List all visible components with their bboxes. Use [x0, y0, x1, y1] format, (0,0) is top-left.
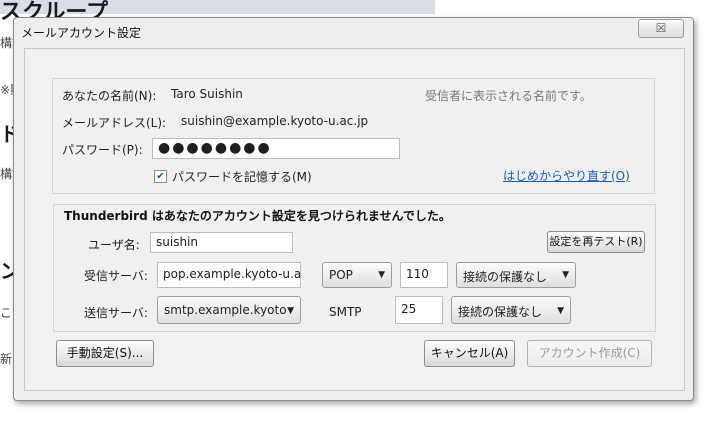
restart-link[interactable]: はじめからやり直す(O) [503, 167, 630, 184]
username-label: ユーザ名: [88, 238, 140, 252]
outgoing-server-label: 送信サーバ: [84, 306, 148, 320]
chevron-down-icon: ▼ [562, 270, 569, 280]
dialog-title: メールアカウント設定 [21, 26, 142, 40]
remember-password-label[interactable]: パスワードを記憶する(M) [172, 168, 312, 185]
close-button[interactable]: ☒ [638, 19, 684, 38]
name-value[interactable]: Taro Suishin [171, 87, 243, 101]
outgoing-port-field[interactable]: 25 [395, 296, 443, 324]
outgoing-server-dropdown[interactable]: smtp.example.kyoto ▼ [157, 296, 301, 324]
cancel-button[interactable]: キャンセル(A) [424, 340, 515, 367]
name-label: あなたの名前(N): [62, 89, 157, 103]
incoming-server-value: pop.example.kyoto-u.ac [163, 267, 301, 281]
retest-button[interactable]: 設定を再テスト(R) [547, 231, 645, 253]
incoming-security-dropdown[interactable]: 接続の保護なし ▼ [456, 262, 576, 288]
email-label: メールアドレス(L): [62, 116, 167, 130]
not-found-notice: Thunderbird はあなたのアカウント設定を見つけられませんでした。 [64, 209, 451, 223]
email-value[interactable]: suishin@example.kyoto-u.ac.jp [181, 114, 368, 128]
create-account-button[interactable]: アカウント作成(C) [527, 340, 652, 367]
password-field[interactable]: ●●●●●●●● [152, 138, 400, 159]
incoming-port-value: 110 [406, 267, 429, 281]
outgoing-protocol-label: SMTP [329, 305, 362, 319]
outgoing-port-value: 25 [401, 302, 417, 316]
outgoing-security-dropdown[interactable]: 接続の保護なし ▼ [451, 296, 571, 324]
username-field[interactable]: suishin [150, 232, 293, 253]
chevron-down-icon: ▼ [378, 270, 385, 280]
incoming-server-label: 受信サーバ: [84, 269, 148, 283]
incoming-protocol-dropdown[interactable]: POP ▼ [322, 262, 392, 288]
dialog-titlebar: メールアカウント設定 ☒ [14, 18, 693, 44]
chevron-down-icon: ▼ [287, 306, 294, 316]
outgoing-security-value: 接続の保護なし [458, 305, 543, 319]
incoming-security-value: 接続の保護なし [463, 270, 548, 284]
outgoing-server-value: smtp.example.kyoto [164, 303, 287, 317]
incoming-protocol-value: POP [329, 268, 353, 282]
incoming-port-field[interactable]: 110 [400, 262, 448, 288]
password-label: パスワード(P): [62, 143, 143, 157]
manual-config-button[interactable]: 手動設定(S)... [56, 340, 154, 367]
password-dots: ●●●●●●●● [158, 140, 272, 156]
chevron-down-icon: ▼ [557, 306, 564, 316]
remember-password-checkbox[interactable]: ✔ [154, 170, 167, 183]
incoming-server-field[interactable]: pop.example.kyoto-u.ac [157, 262, 301, 288]
close-icon: ☒ [655, 21, 667, 35]
username-value: suishin [156, 235, 198, 249]
check-icon: ✔ [156, 171, 165, 182]
name-hint: 受信者に表示される名前です。 [425, 89, 592, 103]
